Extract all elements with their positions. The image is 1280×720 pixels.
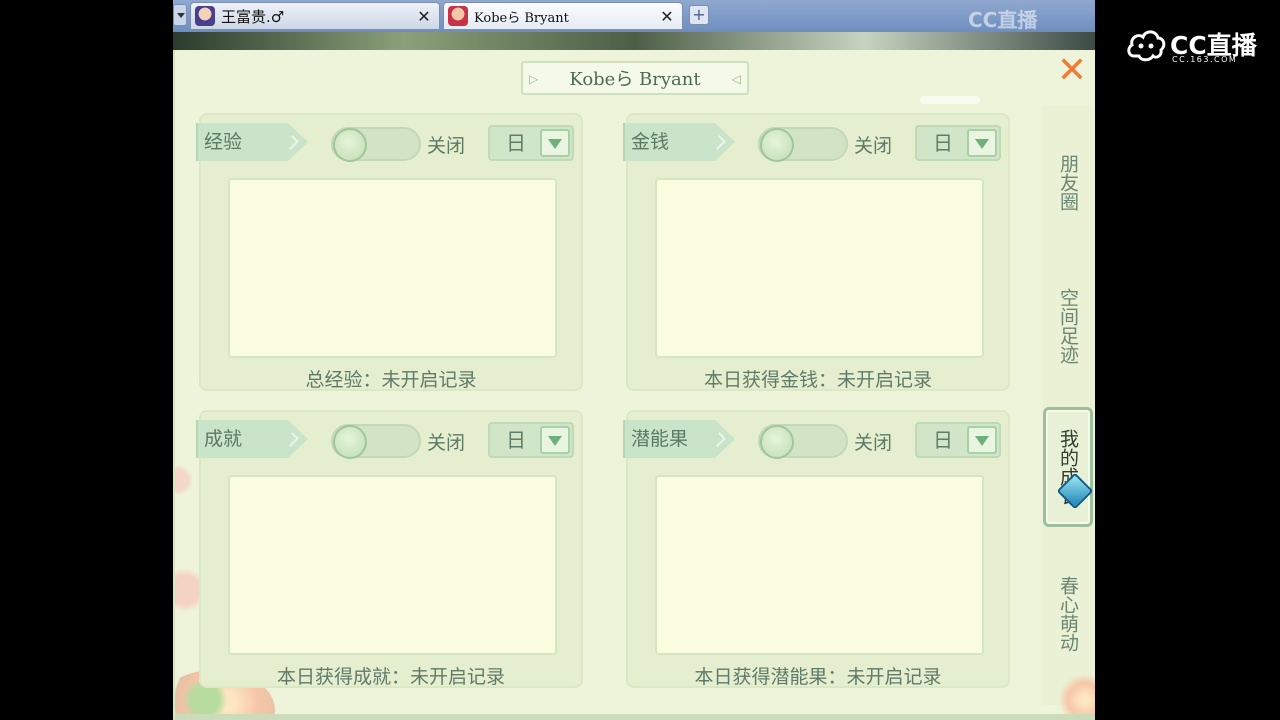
record-status-text: 本日获得成就：未开启记录 <box>276 666 505 688</box>
period-value: 日 <box>933 428 953 452</box>
card-money: 金钱 关闭 日 本日获得金钱：未开启记录 <box>623 113 1010 391</box>
toggle-state-label: 关闭 <box>854 135 893 157</box>
period-select[interactable]: 日 <box>915 125 1001 161</box>
chevron-down-icon[interactable] <box>540 426 570 454</box>
card-tag: 金钱 <box>623 123 735 161</box>
plus-icon[interactable]: + <box>689 5 709 25</box>
lotus-petal-decoration <box>175 460 193 500</box>
record-chart-area <box>655 178 984 358</box>
browser-tab-wangfugui[interactable]: 王富贵.♂ ✕ <box>190 2 440 30</box>
record-toggle-switch[interactable] <box>331 424 421 459</box>
toggle-state-label: 关闭 <box>854 432 893 454</box>
browser-tab-kobe-bryant[interactable]: Kobeら Bryant ✕ <box>443 2 683 30</box>
avatar-icon <box>195 6 215 26</box>
brand-url: CC.163.COM <box>1172 55 1238 64</box>
ornament-icon: ◁ <box>731 72 741 86</box>
close-icon[interactable]: ✕ <box>417 7 431 26</box>
card-experience: 经验 关闭 日 总经验：未开启记录 <box>196 113 583 391</box>
toggle-knob[interactable] <box>333 425 367 459</box>
panel-bottom-edge <box>175 714 1095 720</box>
period-select[interactable]: 日 <box>915 422 1001 458</box>
avatar-icon <box>448 6 468 26</box>
tab-title: Kobeら Bryant <box>474 10 569 26</box>
record-status-text: 总经验：未开启记录 <box>305 369 477 391</box>
record-toggle-switch[interactable] <box>331 127 421 162</box>
game-background-strip <box>173 32 1095 50</box>
side-nav-my-growth[interactable]: 我的成长 <box>1043 407 1093 527</box>
record-status-text: 本日获得金钱：未开启记录 <box>703 369 932 391</box>
card-tag: 成就 <box>196 420 308 458</box>
toggle-knob[interactable] <box>760 128 794 162</box>
cloud-logo-icon <box>1127 30 1166 62</box>
record-chart-area <box>228 475 557 655</box>
panel-title: ▷ Kobeら Bryant ◁ <box>521 61 749 95</box>
side-nav-moments[interactable]: 朋友圈 <box>1043 140 1093 224</box>
period-value: 日 <box>506 131 526 155</box>
record-toggle-switch[interactable] <box>758 127 848 162</box>
growth-record-panel: ▷ Kobeら Bryant ◁ ✕ 经验 关闭 日 总经验：未开启记录 金钱 … <box>173 50 1095 720</box>
chevron-down-icon[interactable] <box>967 426 997 454</box>
brand-watermark: CC直播 CC.163.COM <box>1126 26 1266 66</box>
card-potential-fruit: 潜能果 关闭 日 本日获得潜能果：未开启记录 <box>623 410 1010 688</box>
card-tag: 潜能果 <box>623 420 735 458</box>
toggle-knob[interactable] <box>760 425 794 459</box>
toggle-state-label: 关闭 <box>427 432 466 454</box>
card-tag: 经验 <box>196 123 308 161</box>
card-achievement: 成就 关闭 日 本日获得成就：未开启记录 <box>196 410 583 688</box>
period-value: 日 <box>506 428 526 452</box>
ornament-icon: ▷ <box>529 72 539 86</box>
period-value: 日 <box>933 131 953 155</box>
chevron-down-icon[interactable] <box>967 129 997 157</box>
toggle-state-label: 关闭 <box>427 135 466 157</box>
tab-title: 王富贵.♂ <box>221 7 285 26</box>
close-icon: ✕ <box>1056 50 1088 91</box>
browser-tab-strip: 王富贵.♂ ✕ Kobeら Bryant ✕ + CC直播 <box>173 0 1095 32</box>
close-button[interactable]: ✕ <box>1055 53 1089 90</box>
toggle-knob[interactable] <box>333 128 367 162</box>
stream-watermark: CC直播 <box>968 8 1038 32</box>
side-nav-spring-heart[interactable]: 春心萌动 <box>1043 560 1093 668</box>
tab-list-dropdown-button[interactable] <box>173 4 187 26</box>
period-select[interactable]: 日 <box>488 422 574 458</box>
side-nav: 朋友圈 空间足迹 我的成长 春心萌动 <box>1043 105 1093 705</box>
title-decoration <box>920 96 980 104</box>
period-select[interactable]: 日 <box>488 125 574 161</box>
side-nav-space-footprints[interactable]: 空间足迹 <box>1043 273 1093 379</box>
record-chart-area <box>655 475 984 655</box>
chevron-down-icon[interactable] <box>540 129 570 157</box>
record-status-text: 本日获得潜能果：未开启记录 <box>694 666 942 688</box>
close-icon[interactable]: ✕ <box>660 7 674 26</box>
player-name: Kobeら Bryant <box>569 69 701 90</box>
record-toggle-switch[interactable] <box>758 424 848 459</box>
record-chart-area <box>228 178 557 358</box>
